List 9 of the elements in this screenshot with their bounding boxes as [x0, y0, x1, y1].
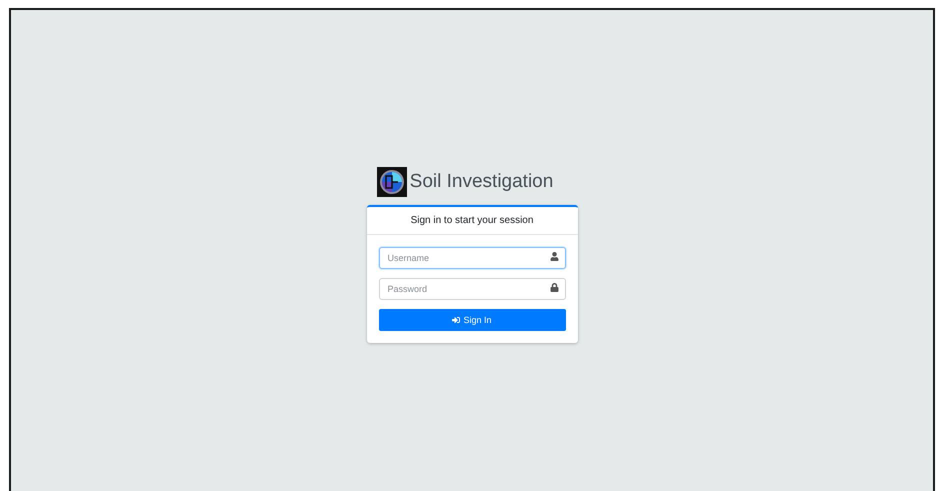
- password-field[interactable]: Password: [378, 278, 566, 300]
- username-field[interactable]: Username: [378, 247, 566, 269]
- logo-icon: [376, 167, 407, 197]
- sign-in-button[interactable]: Sign In: [378, 309, 566, 331]
- sign-in-icon: [452, 316, 460, 324]
- app-title: Soil Investigation: [410, 171, 554, 193]
- login-message: Sign in to start your session: [410, 215, 534, 226]
- user-icon: [550, 252, 558, 261]
- lock-icon: [550, 283, 558, 292]
